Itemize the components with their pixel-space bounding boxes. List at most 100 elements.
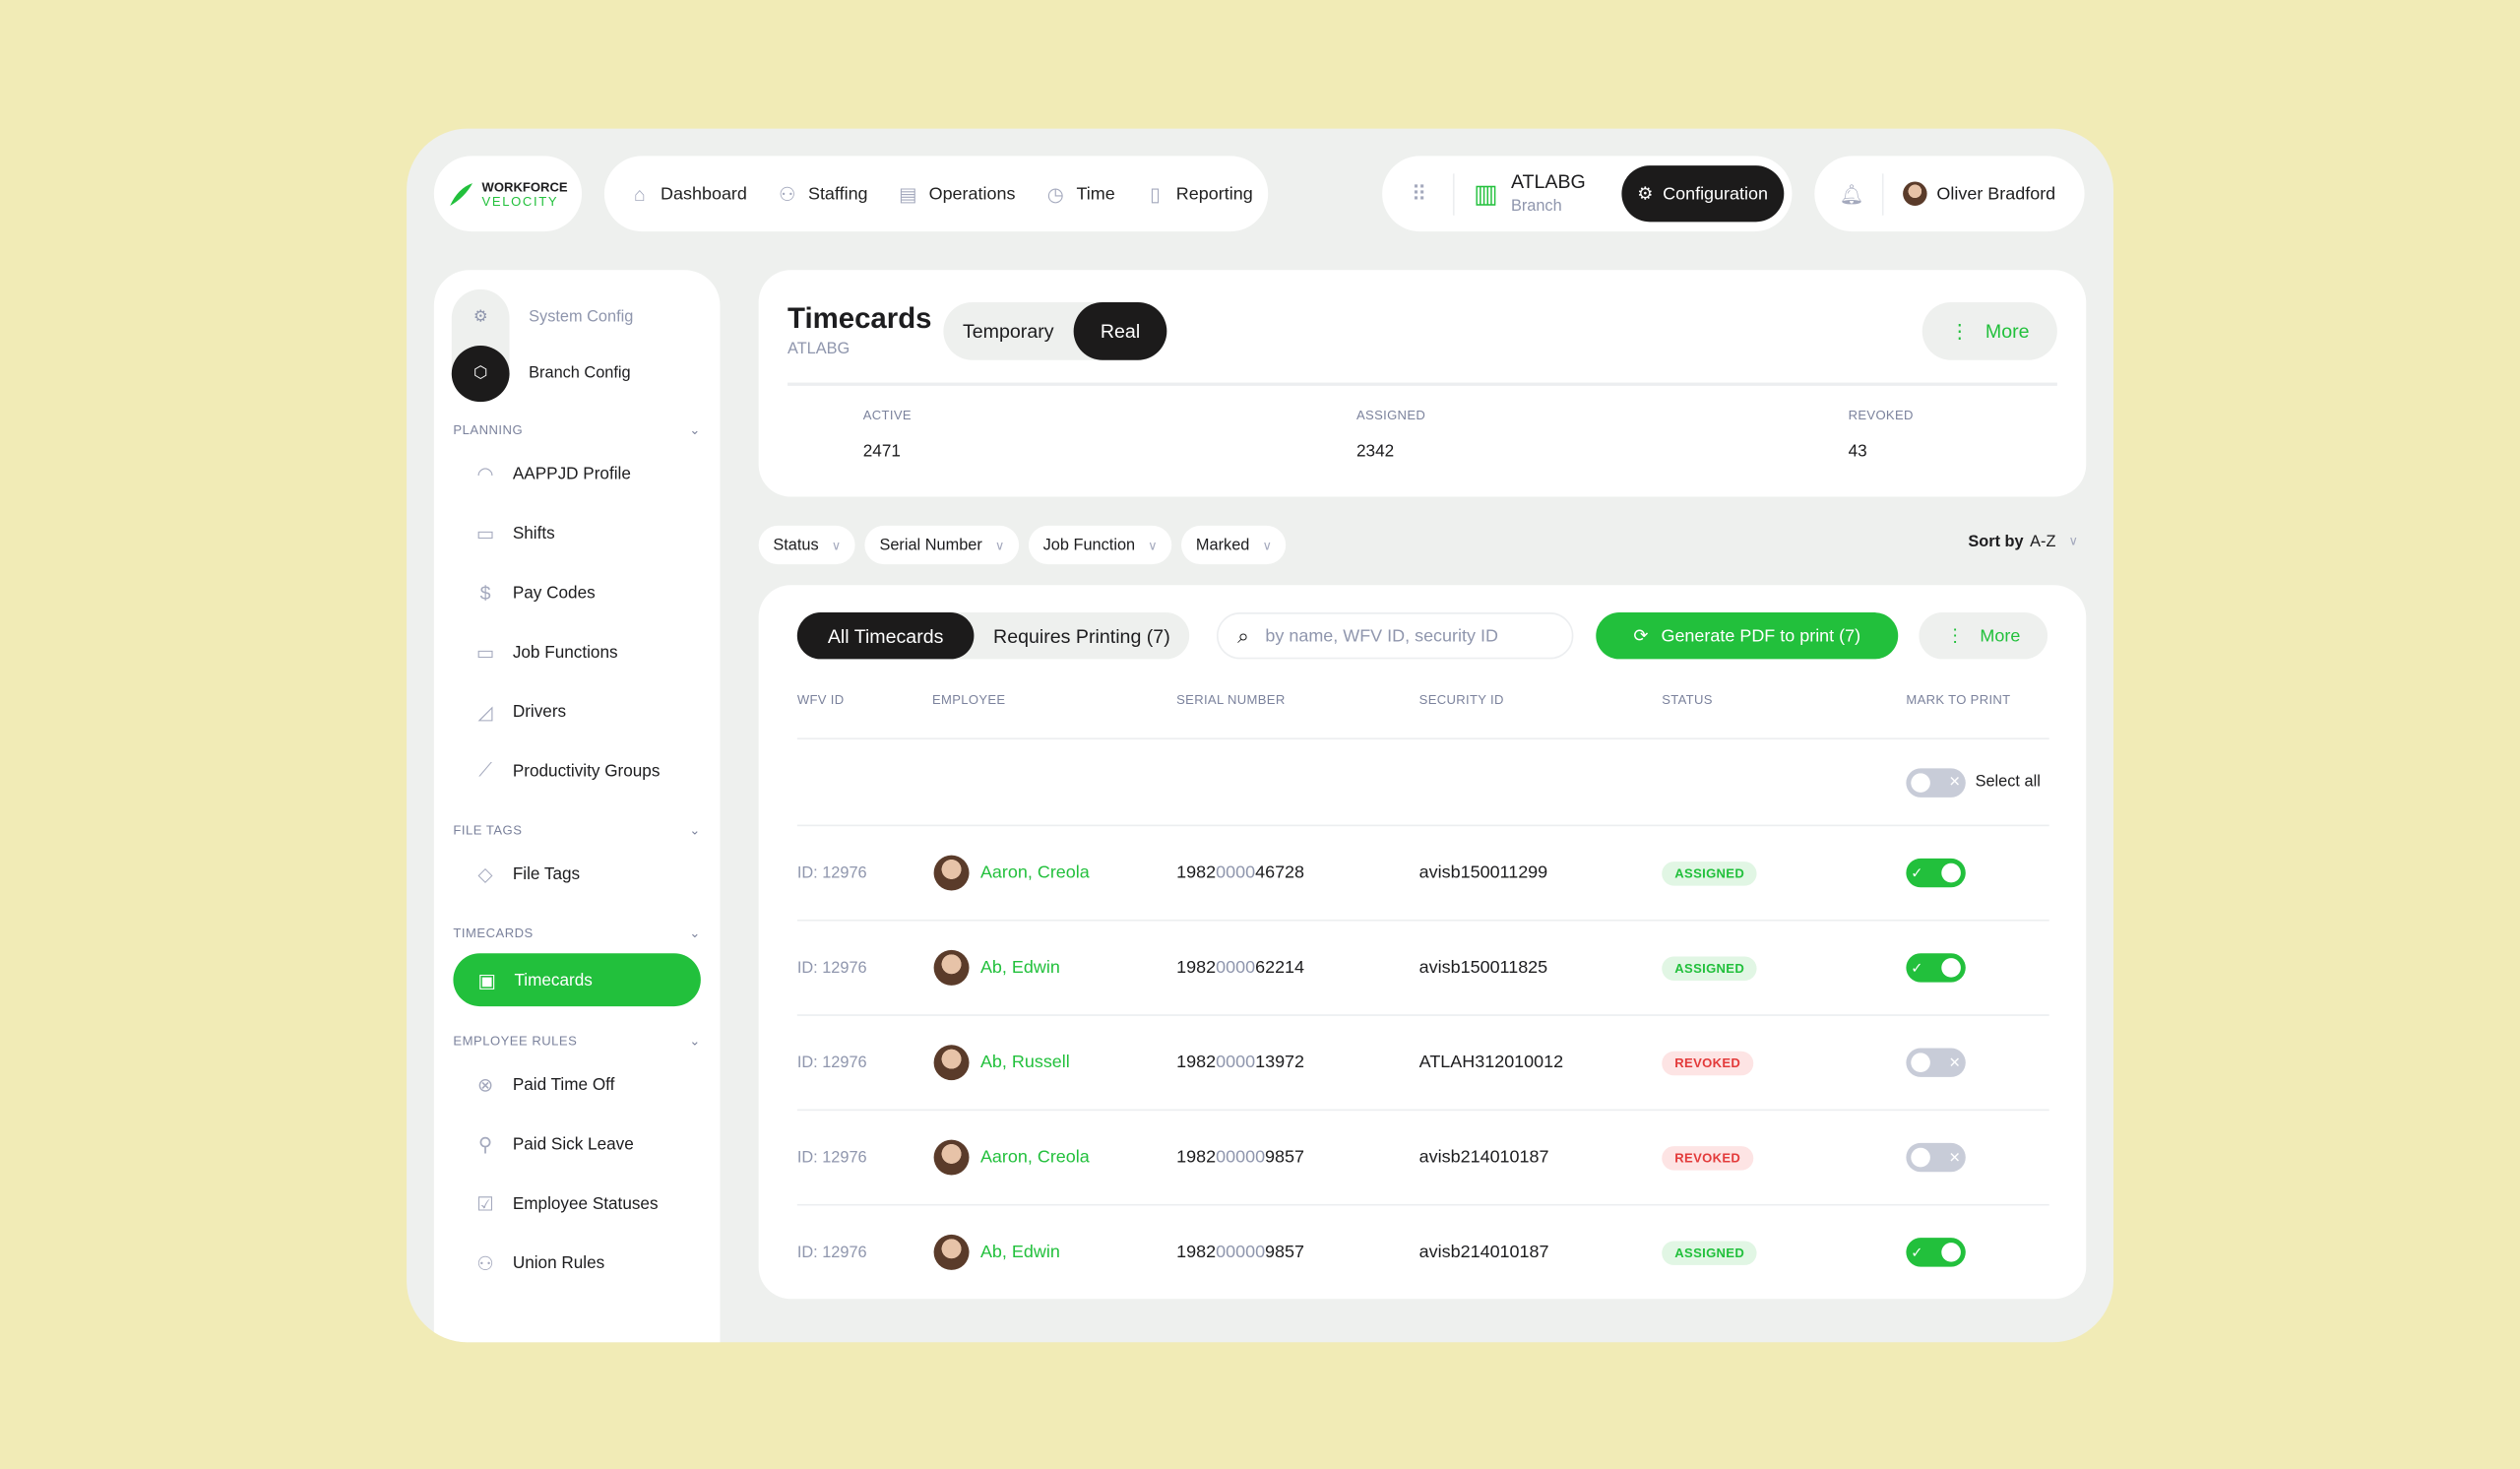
system-config[interactable]: ⚙ System Config xyxy=(434,289,721,346)
sidebar-item-union-rules[interactable]: ⚇ Union Rules xyxy=(434,1233,721,1292)
serial-padding: 00000 xyxy=(1216,1147,1266,1168)
branch-selector[interactable]: ATLABG Branch xyxy=(1511,169,1586,218)
section-header[interactable]: TIMECARDS ⌄ xyxy=(434,918,721,946)
toggle-knob xyxy=(1941,958,1961,978)
sidebar-item-aappjd-profile[interactable]: ◠ AAPPJD Profile xyxy=(434,444,721,503)
check-icon: ✓ xyxy=(1911,958,1923,976)
section-header[interactable]: PLANNING ⌄ xyxy=(434,415,721,443)
user-minus-icon: ⚲ xyxy=(477,1132,493,1156)
section-title: TIMECARDS xyxy=(453,925,534,940)
section-title: FILE TAGS xyxy=(453,822,523,837)
column-header-mark-to-print[interactable]: MARK TO PRINT xyxy=(1906,693,2010,708)
mark-to-print-toggle[interactable]: ✓ xyxy=(1906,858,1966,888)
table-more-button[interactable]: ⋮ More xyxy=(1919,612,2048,660)
serial-prefix: 1982 xyxy=(1176,862,1217,883)
sidebar-section-timecards: TIMECARDS ⌄ ▣ Timecards xyxy=(434,918,721,1007)
column-header-wfv-id[interactable]: WFV ID xyxy=(797,693,845,708)
section-title: EMPLOYEE RULES xyxy=(453,1033,578,1048)
bell-icon[interactable]: 🔔︎ xyxy=(1839,182,1863,205)
nav-label: Dashboard xyxy=(661,183,747,204)
sidebar-item-employee-statuses[interactable]: ☑ Employee Statuses xyxy=(434,1174,721,1233)
more-button[interactable]: ⋮ More xyxy=(1922,301,2057,360)
sidebar-item-paid-sick-leave[interactable]: ⚲ Paid Sick Leave xyxy=(434,1114,721,1173)
generate-pdf-button[interactable]: ⟳ Generate PDF to print (7) xyxy=(1596,612,1899,660)
serial-prefix: 1982 xyxy=(1176,1243,1217,1262)
configuration-button[interactable]: ⚙ Configuration xyxy=(1620,165,1785,223)
status-badge: REVOKED xyxy=(1662,1050,1754,1075)
employee-name-link[interactable]: Ab, Edwin xyxy=(980,1243,1060,1262)
stat-label: ACTIVE xyxy=(862,408,912,423)
table-row[interactable]: ID: 12976 Aaron, Creola 1982000009857 av… xyxy=(796,1109,2049,1204)
sidebar-item-shifts[interactable]: ▭ Shifts xyxy=(434,503,721,562)
tab-real[interactable]: Real xyxy=(1073,301,1167,360)
nav-operations[interactable]: ▤ Operations xyxy=(897,182,1016,205)
mark-to-print-toggle[interactable]: ✕ xyxy=(1906,1048,1966,1077)
mark-to-print-toggle[interactable]: ✓ xyxy=(1906,953,1966,983)
table-row[interactable]: ID: 12976 Ab, Russell 1982000013972 ATLA… xyxy=(796,1014,2049,1109)
sidebar-item-job-functions[interactable]: ▭ Job Functions xyxy=(434,622,721,681)
employee-name-link[interactable]: Ab, Edwin xyxy=(980,958,1060,978)
generate-label: Generate PDF to print (7) xyxy=(1661,625,1861,646)
employee-name-link[interactable]: Aaron, Creola xyxy=(980,1148,1090,1168)
sort-dropdown[interactable]: Sort by A-Z ∨ xyxy=(1968,534,2078,551)
security-id: avisb214010187 xyxy=(1418,1243,1549,1262)
user-bar: 🔔︎ Oliver Bradford xyxy=(1814,156,2085,232)
section-header[interactable]: FILE TAGS ⌄ xyxy=(434,815,721,844)
stat-assigned: ASSIGNED 2342 xyxy=(1356,409,1425,462)
filter-serial-number[interactable]: Serial Number ∨ xyxy=(864,525,1020,565)
app-frame: WORKFORCE VELOCITY ⌂ Dashboard ⚇ Staffing … xyxy=(407,128,2114,1343)
filter-marked[interactable]: Marked ∨ xyxy=(1181,525,1287,565)
building-icon: ▥ xyxy=(1474,180,1498,209)
search-input[interactable]: ⌕ by name, WFV ID, security ID xyxy=(1216,612,1574,660)
sidebar-item-pay-codes[interactable]: $ Pay Codes xyxy=(434,562,721,621)
serial-prefix: 1982 xyxy=(1176,1053,1217,1073)
toggle-knob xyxy=(1941,1243,1961,1262)
wfv-id: ID: 12976 xyxy=(796,863,867,882)
stat-revoked: REVOKED 43 xyxy=(1849,409,1914,462)
tab-requires-printing[interactable]: Requires Printing (7) xyxy=(974,612,1189,659)
employee-name-link[interactable]: Ab, Russell xyxy=(980,1053,1070,1072)
column-header-status[interactable]: STATUS xyxy=(1662,693,1713,708)
nav-dashboard[interactable]: ⌂ Dashboard xyxy=(628,182,747,205)
sidebar-item-productivity-groups[interactable]: ⟋ Productivity Groups xyxy=(434,741,721,800)
mark-to-print-toggle[interactable]: ✕ xyxy=(1906,1142,1966,1173)
nav-reporting[interactable]: ▯ Reporting xyxy=(1144,182,1253,205)
nav-staffing[interactable]: ⚇ Staffing xyxy=(776,182,868,205)
tab-all-timecards[interactable]: All Timecards xyxy=(796,612,975,660)
checklist-icon: ☑ xyxy=(476,1191,494,1215)
column-header-employee[interactable]: EMPLOYEE xyxy=(932,693,1005,708)
branch-config[interactable]: ⬡ Branch Config xyxy=(434,346,721,403)
employee-avatar xyxy=(933,1045,970,1081)
mark-to-print-toggle[interactable]: ✓ xyxy=(1906,1238,1966,1267)
kebab-icon: ⋮ xyxy=(1950,319,1970,343)
item-label: Timecards xyxy=(514,970,593,990)
serial-prefix: 1982 xyxy=(1176,958,1217,978)
apps-grid-icon[interactable]: ⠿ xyxy=(1408,181,1430,207)
kebab-icon: ⋮ xyxy=(1946,626,1965,647)
chevron-down-icon: ∨ xyxy=(994,538,1005,552)
sidebar-item-drivers[interactable]: ◿ Drivers xyxy=(434,681,721,740)
stat-value: 43 xyxy=(1848,441,1867,462)
toggle-knob xyxy=(1911,1147,1930,1168)
nav-label: Operations xyxy=(928,183,1016,204)
filter-status[interactable]: Status ∨ xyxy=(758,525,855,565)
sidebar-item-timecards[interactable]: ▣ Timecards xyxy=(453,953,701,1007)
table-row[interactable]: ID: 12976 Aaron, Creola 1982000046728 av… xyxy=(796,824,2049,920)
sidebar-item-file-tags[interactable]: ◇ File Tags xyxy=(434,844,721,903)
column-header-serial-number[interactable]: SERIAL NUMBER xyxy=(1176,693,1285,708)
table-row[interactable]: ID: 12976 Ab, Edwin 1982000009857 avisb2… xyxy=(796,1203,2049,1299)
table-row[interactable]: ID: 12976 Ab, Edwin 1982000062214 avisb1… xyxy=(796,919,2049,1014)
tab-temporary[interactable]: Temporary xyxy=(943,302,1073,360)
serial-padding: 00000 xyxy=(1216,1243,1266,1262)
column-header-security-id[interactable]: SECURITY ID xyxy=(1419,693,1504,708)
filter-job-function[interactable]: Job Function ∨ xyxy=(1028,525,1172,565)
table-tabs: All Timecards Requires Printing (7) xyxy=(796,612,1190,660)
section-header[interactable]: EMPLOYEE RULES ⌄ xyxy=(434,1026,721,1054)
logo[interactable]: WORKFORCE VELOCITY xyxy=(433,156,583,232)
sidebar-item-paid-time-off[interactable]: ⊗ Paid Time Off xyxy=(434,1054,721,1114)
user-menu[interactable]: Oliver Bradford xyxy=(1903,181,2055,206)
employee-name-link[interactable]: Aaron, Creola xyxy=(980,863,1090,883)
select-all-toggle[interactable]: ✕ xyxy=(1906,767,1966,798)
nav-time[interactable]: ◷ Time xyxy=(1044,182,1115,205)
document-icon: ▯ xyxy=(1150,182,1161,206)
